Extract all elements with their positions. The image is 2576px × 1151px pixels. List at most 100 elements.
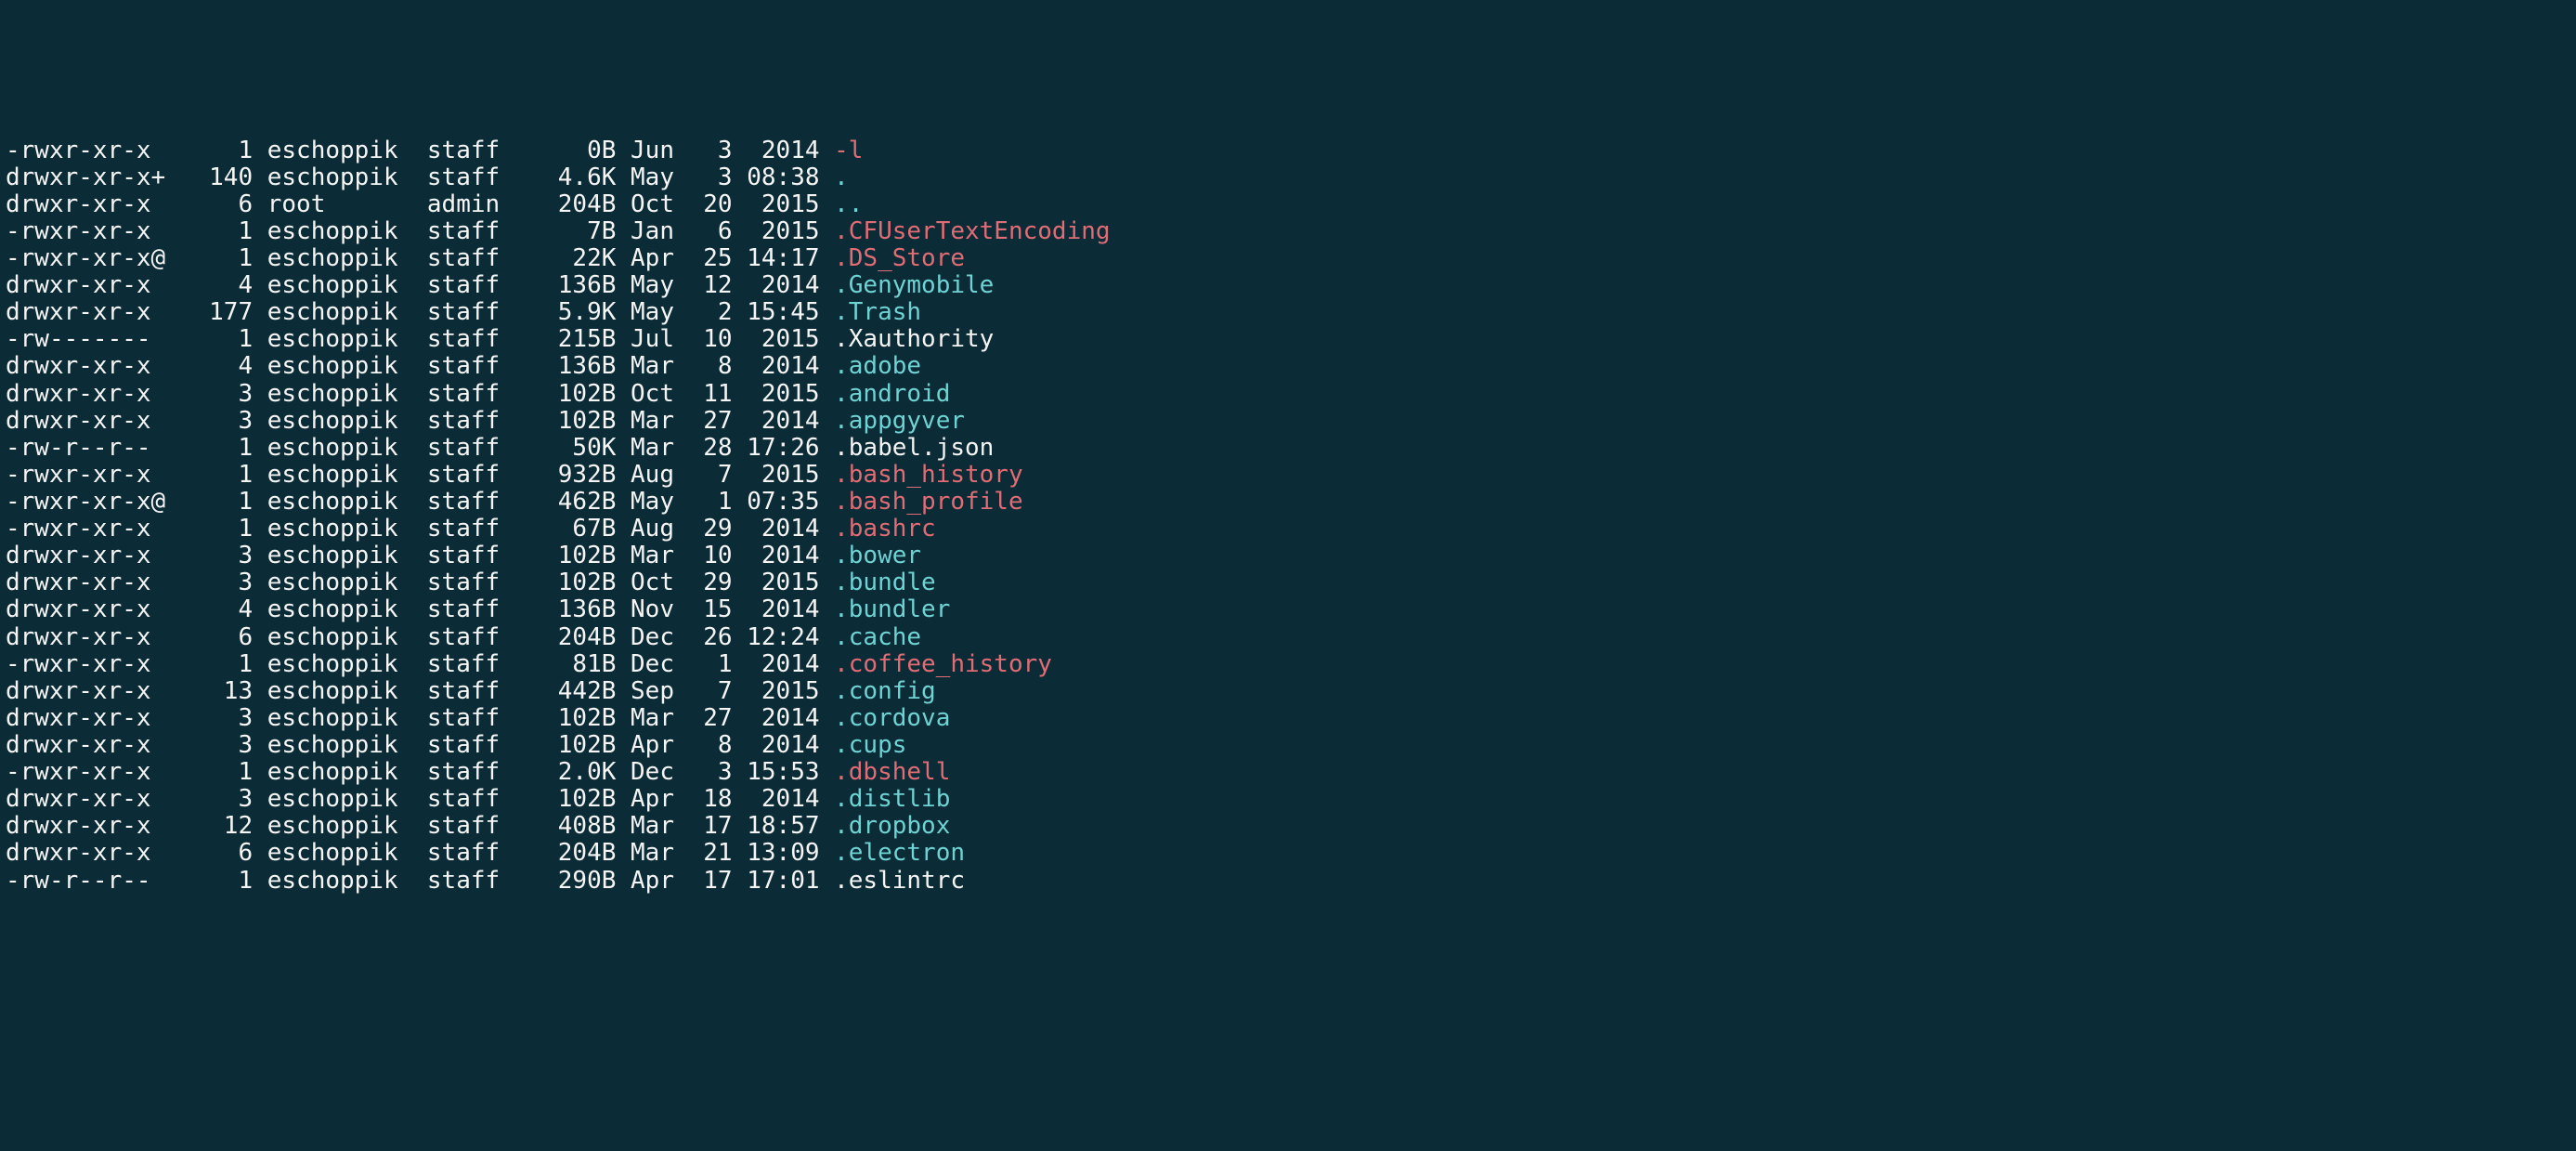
month-col: Mar: [631, 813, 689, 840]
user-col: eschoppik: [267, 543, 427, 569]
time-col: 08:38: [733, 164, 820, 191]
month-col: Apr: [631, 868, 689, 895]
size-col: 50K: [528, 435, 616, 462]
spacer: [819, 191, 834, 218]
filename: .Xauthority: [834, 326, 994, 353]
spacer: [616, 651, 631, 678]
time-col: 2015: [733, 569, 820, 596]
ls-row: drwxr-xr-x 3 eschoppik staff 102B Apr 18…: [6, 786, 2570, 813]
day-col: 27: [689, 705, 733, 732]
spacer: [616, 543, 631, 569]
spacer: [819, 381, 834, 408]
filename: .: [834, 164, 849, 191]
spacer: [253, 137, 267, 164]
filename: .dbshell: [834, 759, 950, 786]
perm-col: drwxr-xr-x: [6, 408, 180, 435]
perm-col: drwxr-xr-x: [6, 840, 180, 867]
size-col: 204B: [528, 624, 616, 651]
terminal-output[interactable]: -rwxr-xr-x 1 eschoppik staff 0B Jun 3 20…: [0, 136, 2576, 900]
size-col: 136B: [528, 353, 616, 380]
day-col: 29: [689, 569, 733, 596]
perm-col: drwxr-xr-x: [6, 813, 180, 840]
month-col: May: [631, 164, 689, 191]
filename: .bower: [834, 543, 921, 569]
perm-col: drwxr-xr-x: [6, 569, 180, 596]
spacer: [616, 137, 631, 164]
group-col: staff: [427, 705, 529, 732]
size-col: 102B: [528, 705, 616, 732]
spacer: [253, 596, 267, 623]
size-col: 102B: [528, 381, 616, 408]
spacer: [253, 245, 267, 272]
spacer: [819, 840, 834, 867]
spacer: [253, 543, 267, 569]
spacer: [819, 353, 834, 380]
spacer: [819, 462, 834, 489]
group-col: staff: [427, 624, 529, 651]
spacer: [253, 678, 267, 705]
spacer: [616, 408, 631, 435]
perm-col: drwxr-xr-x: [6, 543, 180, 569]
size-col: 102B: [528, 543, 616, 569]
user-col: eschoppik: [267, 732, 427, 759]
size-col: 932B: [528, 462, 616, 489]
size-col: 204B: [528, 840, 616, 867]
group-col: staff: [427, 732, 529, 759]
spacer: [253, 299, 267, 326]
user-col: eschoppik: [267, 137, 427, 164]
month-col: Mar: [631, 705, 689, 732]
links-col: 3: [180, 543, 253, 569]
spacer: [616, 218, 631, 245]
user-col: eschoppik: [267, 786, 427, 813]
size-col: 7B: [528, 218, 616, 245]
filename: .android: [834, 381, 950, 408]
spacer: [819, 245, 834, 272]
user-col: eschoppik: [267, 840, 427, 867]
day-col: 21: [689, 840, 733, 867]
filename: .bash_profile: [834, 489, 1023, 516]
spacer: [616, 245, 631, 272]
month-col: Mar: [631, 353, 689, 380]
group-col: staff: [427, 596, 529, 623]
size-col: 0B: [528, 137, 616, 164]
month-col: Dec: [631, 759, 689, 786]
day-col: 18: [689, 786, 733, 813]
group-col: staff: [427, 435, 529, 462]
spacer: [253, 164, 267, 191]
group-col: staff: [427, 543, 529, 569]
user-col: eschoppik: [267, 353, 427, 380]
size-col: 4.6K: [528, 164, 616, 191]
filename: .bashrc: [834, 516, 936, 543]
day-col: 15: [689, 596, 733, 623]
spacer: [616, 813, 631, 840]
spacer: [253, 489, 267, 516]
spacer: [253, 624, 267, 651]
perm-col: drwxr-xr-x: [6, 596, 180, 623]
time-col: 13:09: [733, 840, 820, 867]
day-col: 3: [689, 137, 733, 164]
filename: .Genymobile: [834, 272, 994, 299]
perm-col: -rwxr-xr-x: [6, 462, 180, 489]
ls-row: drwxr-xr-x 4 eschoppik staff 136B Nov 15…: [6, 596, 2570, 623]
month-col: Oct: [631, 569, 689, 596]
month-col: Jan: [631, 218, 689, 245]
spacer: [253, 272, 267, 299]
user-col: eschoppik: [267, 624, 427, 651]
spacer: [616, 732, 631, 759]
spacer: [616, 462, 631, 489]
ls-row: drwxr-xr-x+ 140 eschoppik staff 4.6K May…: [6, 164, 2570, 191]
month-col: May: [631, 299, 689, 326]
perm-col: -rwxr-xr-x@: [6, 245, 180, 272]
user-col: eschoppik: [267, 569, 427, 596]
month-col: Mar: [631, 408, 689, 435]
time-col: 2015: [733, 381, 820, 408]
filename: .dropbox: [834, 813, 950, 840]
spacer: [819, 137, 834, 164]
spacer: [616, 759, 631, 786]
ls-row: drwxr-xr-x 6 eschoppik staff 204B Mar 21…: [6, 840, 2570, 867]
user-col: eschoppik: [267, 218, 427, 245]
filename: .electron: [834, 840, 965, 867]
spacer: [819, 299, 834, 326]
user-col: eschoppik: [267, 813, 427, 840]
month-col: May: [631, 272, 689, 299]
